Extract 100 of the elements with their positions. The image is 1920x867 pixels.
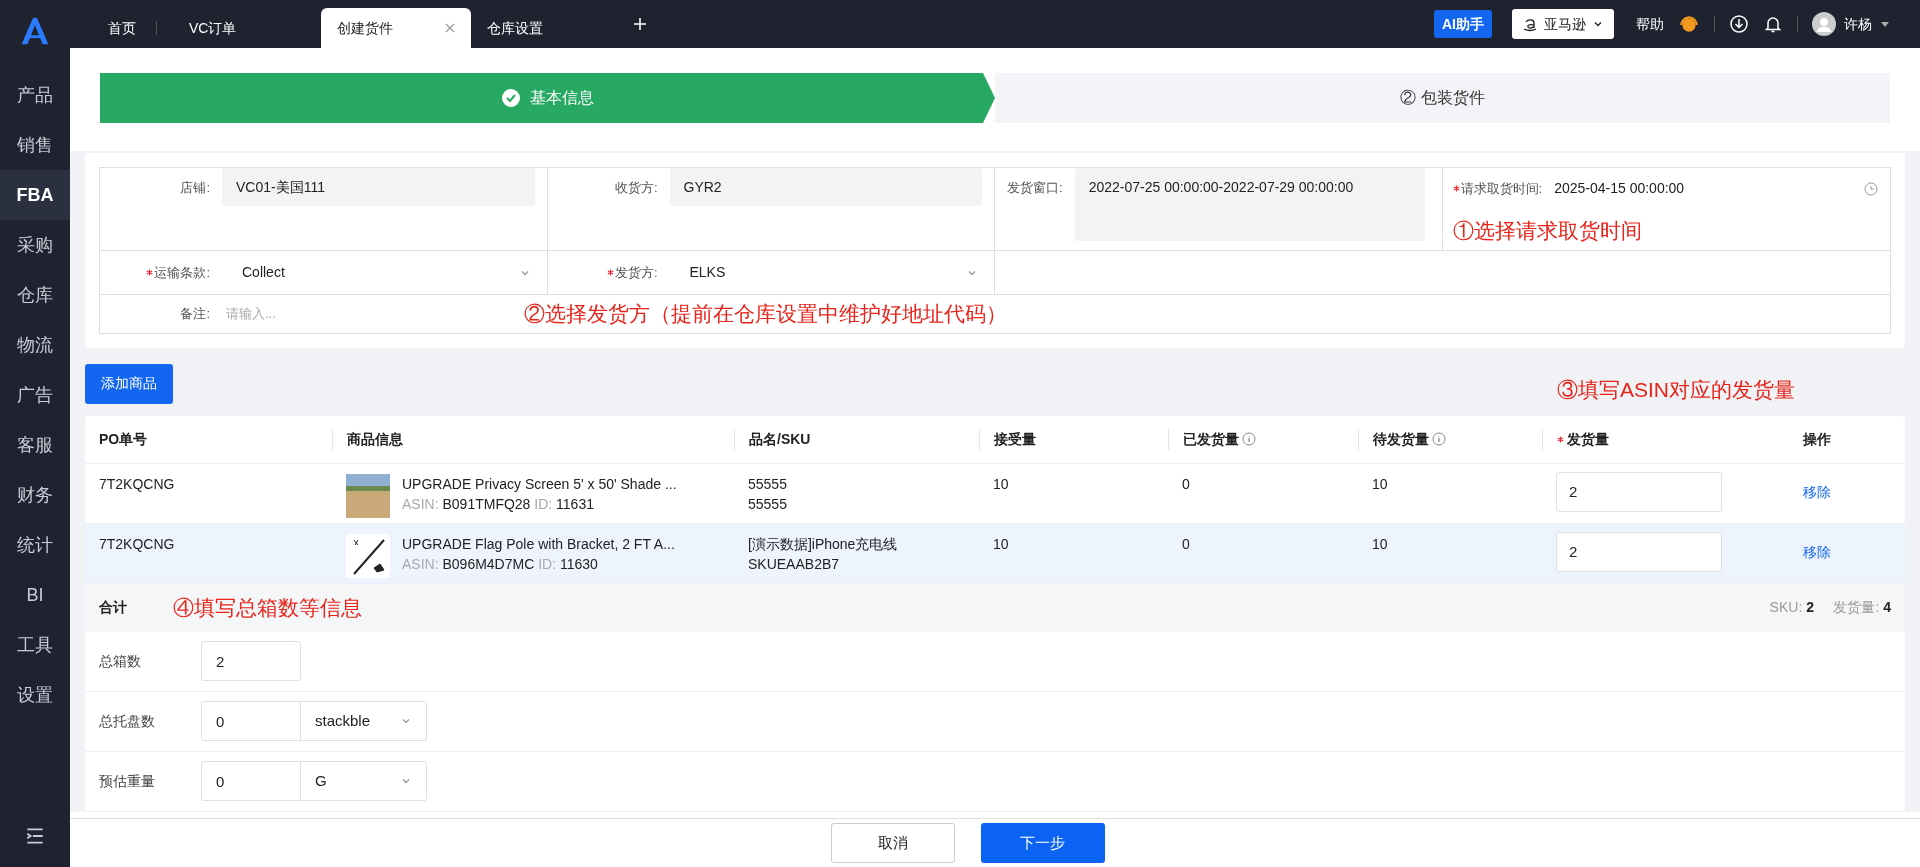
sidebar-item[interactable]: 工具 bbox=[0, 620, 70, 670]
number-input[interactable]: 0 bbox=[201, 701, 301, 741]
field-label: 发货方: bbox=[557, 262, 658, 283]
product-name: [演示数据]iPhone充电线 bbox=[748, 534, 899, 554]
tab[interactable]: 仓库设置 bbox=[471, 8, 621, 48]
product-drawing bbox=[346, 533, 390, 578]
table-cell-text: 10 bbox=[992, 534, 1010, 554]
remark-input[interactable]: 请输入... bbox=[222, 304, 512, 324]
sidebar-item[interactable]: 客服 bbox=[0, 420, 70, 470]
column-header: 已发货量 bbox=[1168, 428, 1358, 450]
total-summary: SKU: 2 发货量: 4 bbox=[1769, 598, 1891, 617]
tab[interactable]: VC订单 bbox=[173, 8, 321, 48]
product-title: UPGRADE Flag Pole with Bracket, 2 FT A... bbox=[402, 534, 675, 554]
support-agent-icon[interactable] bbox=[1678, 13, 1700, 35]
product-ids: ASIN: B091TMFQ28 ID: 11631 bbox=[402, 494, 595, 514]
required-icon bbox=[606, 269, 614, 276]
sku-text: SKUEAAB2B7 bbox=[748, 554, 841, 574]
annotation-text: ②选择发货方（提前在仓库设置中维护好地址代码） bbox=[524, 301, 1007, 328]
ai-assistant-button[interactable]: AI助手 bbox=[1434, 10, 1492, 38]
cancel-button[interactable]: 取消 bbox=[830, 823, 955, 863]
datetime-field[interactable]: 2025-04-15 00:00:00 bbox=[1554, 178, 1878, 199]
column-header: 品名/SKU bbox=[734, 428, 979, 450]
product-photo-placeholder bbox=[346, 473, 390, 518]
sidebar-item[interactable]: 物流 bbox=[0, 320, 70, 370]
product-name: 55555 bbox=[748, 474, 788, 494]
info-icon bbox=[1432, 432, 1446, 446]
table-cell-text: 10 bbox=[1371, 534, 1389, 554]
table-cell-text: 0 bbox=[1181, 534, 1191, 554]
sidebar-item[interactable]: 销售 bbox=[0, 120, 70, 170]
readonly-field: GYR2 bbox=[669, 168, 982, 206]
add-tab-icon[interactable] bbox=[633, 17, 647, 31]
check-circle-icon bbox=[501, 89, 520, 107]
sidebar-item[interactable]: 产品 bbox=[0, 70, 70, 120]
table-cell-text: 10 bbox=[992, 474, 1010, 494]
sku-text: 55555 bbox=[748, 494, 788, 514]
remove-link[interactable]: 移除 bbox=[1803, 541, 1831, 563]
unit-select[interactable]: G bbox=[301, 761, 427, 801]
field-label: 预估重量 bbox=[99, 771, 156, 791]
field-label: 收货方: bbox=[613, 179, 658, 197]
field-label: 发货窗口: bbox=[1007, 179, 1063, 197]
unit-select[interactable]: stackble bbox=[301, 701, 427, 741]
sidebar-item[interactable]: 采购 bbox=[0, 220, 70, 270]
quantity-input[interactable]: 2 bbox=[1556, 531, 1722, 572]
product-title: UPGRADE Privacy Screen 5' x 50' Shade ... bbox=[402, 474, 677, 494]
column-header: 待发货量 bbox=[1358, 428, 1542, 450]
store-icon bbox=[1522, 16, 1538, 32]
column-header: 接受量 bbox=[979, 428, 1168, 450]
field-label: 请求取货时间: bbox=[1452, 178, 1543, 199]
table-cell-text: 10 bbox=[1371, 474, 1389, 494]
sidebar-item[interactable]: 统计 bbox=[0, 520, 70, 570]
annotation-text: ①选择请求取货时间 bbox=[1452, 218, 1642, 244]
number-input[interactable]: 2 bbox=[201, 641, 301, 681]
help-link[interactable]: 帮助 bbox=[1636, 13, 1664, 35]
column-header: 发货量 bbox=[1542, 428, 1729, 450]
table-cell-text: 0 bbox=[1181, 474, 1191, 494]
required-icon bbox=[1452, 185, 1460, 192]
column-header: 商品信息 bbox=[332, 428, 734, 450]
select-field[interactable]: ELKS bbox=[669, 262, 978, 283]
table-cell-text: 7T2KQCNG bbox=[98, 474, 176, 494]
sidebar-item[interactable]: 财务 bbox=[0, 470, 70, 520]
field-label: 备注: bbox=[179, 305, 210, 324]
tab[interactable]: 首页 bbox=[92, 8, 173, 48]
marketplace-select[interactable]: 亚马逊 bbox=[1512, 9, 1614, 39]
field-label: 总托盘数 bbox=[99, 711, 156, 731]
table-row[interactable]: 7T2KQCNG UPGRADE Flag Pole with Bracket, 2 FT A... ASIN: B096M4D7MC ID: 11630 [演示数据]iPhone充电线 SKUEAAB2B7 10 0 10 2 移除 bbox=[85, 523, 1905, 584]
column-header: 操作 bbox=[1802, 429, 1832, 449]
field-label: 店铺: bbox=[179, 179, 210, 197]
download-icon[interactable] bbox=[1729, 14, 1749, 34]
annotation-text: ③填写ASIN对应的发货量 bbox=[1557, 377, 1795, 403]
avatar-icon bbox=[1812, 12, 1836, 36]
required-icon bbox=[146, 269, 154, 276]
sidebar-item[interactable]: 仓库 bbox=[0, 270, 70, 320]
remove-link[interactable]: 移除 bbox=[1803, 481, 1831, 503]
add-product-button[interactable]: 添加商品 bbox=[85, 363, 173, 404]
table-cell-text: 7T2KQCNG bbox=[98, 534, 176, 554]
number-input[interactable]: 0 bbox=[201, 761, 301, 801]
step: 基本信息 bbox=[100, 73, 995, 123]
required-icon bbox=[1557, 435, 1564, 443]
sidebar-item[interactable]: 设置 bbox=[0, 670, 70, 720]
info-icon bbox=[1242, 432, 1256, 446]
select-field[interactable]: Collect bbox=[222, 262, 531, 283]
sidebar-item[interactable]: 广告 bbox=[0, 370, 70, 420]
product-ids: ASIN: B096M4D7MC ID: 11630 bbox=[402, 554, 599, 574]
sidebar-item[interactable]: FBA bbox=[0, 170, 70, 220]
quantity-input[interactable]: 2 bbox=[1556, 471, 1722, 512]
field-label: 运输条款: bbox=[110, 262, 210, 283]
column-header: PO单号 bbox=[98, 429, 149, 449]
readonly-field: 2022-07-25 00:00:00-2022-07-29 00:00:00 bbox=[1074, 168, 1425, 241]
notification-bell-icon[interactable] bbox=[1763, 14, 1783, 34]
close-icon[interactable] bbox=[445, 23, 455, 33]
sidebar-item[interactable]: BI bbox=[0, 570, 70, 620]
tab[interactable]: 创建货件 bbox=[321, 8, 471, 48]
next-button[interactable]: 下一步 bbox=[980, 823, 1105, 863]
field-label: 总箱数 bbox=[99, 651, 142, 671]
readonly-field: VC01-美国111 bbox=[222, 168, 535, 206]
caret-icon bbox=[1880, 19, 1890, 29]
step: ② 包装货件 bbox=[995, 73, 1890, 123]
annotation-text: ④填写总箱数等信息 bbox=[173, 594, 362, 621]
user-menu[interactable]: 许杨 bbox=[1812, 12, 1890, 36]
total-label: 合计 bbox=[99, 598, 127, 617]
